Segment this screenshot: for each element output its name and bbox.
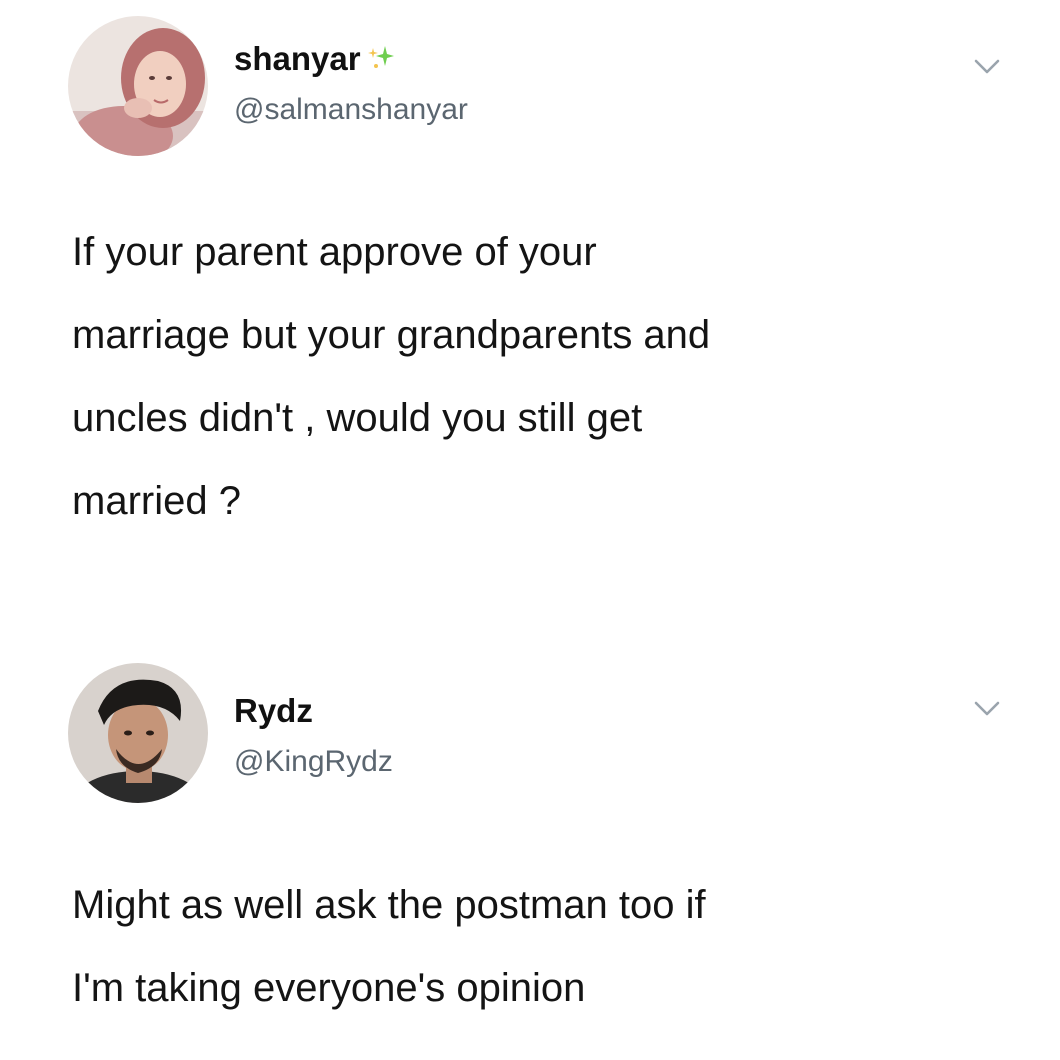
user-handle[interactable]: @KingRydz xyxy=(234,745,393,779)
chevron-down-icon[interactable] xyxy=(972,55,1002,77)
display-name[interactable]: shanyar xyxy=(234,40,395,78)
user-handle[interactable]: @salmanshanyar xyxy=(234,93,468,127)
tweet-card: shanyar @salmanshanyar If your parent ap… xyxy=(0,0,1060,640)
display-name[interactable]: Rydz xyxy=(234,692,313,730)
user-avatar[interactable] xyxy=(68,16,208,156)
chevron-down-icon[interactable] xyxy=(972,697,1002,719)
tweet-text: Might as well ask the postman too if I'm… xyxy=(72,883,706,1010)
avatar-photo xyxy=(68,16,208,156)
tweet-text: If your parent approve of your marriage … xyxy=(72,230,711,523)
user-avatar[interactable] xyxy=(68,663,208,803)
display-name-text: Rydz xyxy=(234,692,313,729)
tweet-card: Rydz @KingRydz Might as well ask the pos… xyxy=(0,640,1060,1060)
display-name-text: shanyar xyxy=(234,40,361,77)
sparkle-icon xyxy=(367,46,394,68)
avatar-photo xyxy=(68,663,208,803)
